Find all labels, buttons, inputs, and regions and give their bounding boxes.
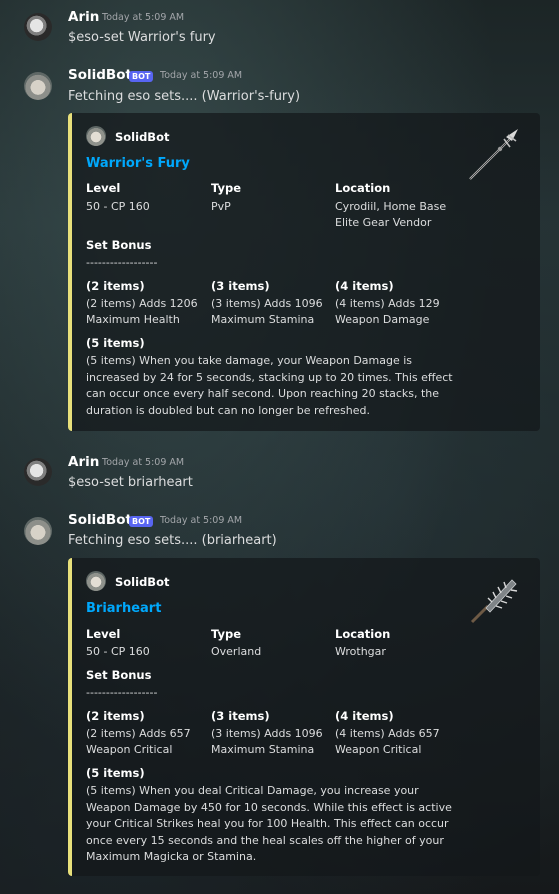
- field-set-bonus-divider: ------------------: [86, 256, 158, 269]
- bot-badge: BOT: [129, 71, 154, 82]
- field-2-items-value: (2 items) Adds 1206 Maximum Health: [86, 297, 198, 326]
- field-5-items-value: (5 items) When you take damage, your Wea…: [86, 354, 453, 417]
- field-location-value: Wrothgar: [335, 645, 386, 658]
- timestamp: Today at 5:09 AM: [102, 457, 185, 468]
- embed-title[interactable]: Warrior's Fury: [86, 156, 190, 171]
- embed-author-avatar: [86, 571, 106, 591]
- field-2-items-name: (2 items): [86, 279, 145, 293]
- field-4-items-value: (4 items) Adds 657 Weapon Critical: [335, 727, 440, 756]
- timestamp: Today at 5:09 AM: [102, 12, 185, 23]
- field-type-value: PvP: [211, 200, 231, 213]
- field-2-items-name: (2 items): [86, 709, 145, 723]
- avatar[interactable]: [24, 517, 52, 545]
- embed: SolidBot Briarheart Level 50 - CP 160 Ty…: [68, 558, 540, 876]
- field-type-value: Overland: [211, 645, 262, 658]
- message-text: $eso-set briarheart: [68, 475, 193, 490]
- field-5-items-value: (5 items) When you deal Critical Damage,…: [86, 784, 452, 863]
- field-5-items-name: (5 items): [86, 336, 145, 350]
- message-text: Fetching eso sets.... (Warrior's-fury): [68, 89, 301, 104]
- field-set-bonus-name: Set Bonus: [86, 668, 152, 682]
- author-name[interactable]: Arin: [68, 9, 99, 25]
- field-location-name: Location: [335, 627, 391, 641]
- field-2-items-value: (2 items) Adds 657 Weapon Critical: [86, 727, 191, 756]
- spiked-club-icon[interactable]: [466, 572, 522, 628]
- timestamp: Today at 5:09 AM: [160, 70, 243, 81]
- field-4-items-name: (4 items): [335, 279, 394, 293]
- bot-badge: BOT: [129, 516, 154, 527]
- field-type-name: Type: [211, 181, 242, 195]
- field-3-items-value: (3 items) Adds 1096 Maximum Stamina: [211, 727, 323, 756]
- embed-author: SolidBot: [115, 130, 170, 144]
- avatar[interactable]: [24, 72, 52, 100]
- avatar[interactable]: [24, 13, 52, 41]
- embed: SolidBot Warrior's Fury Level 50 - CP 16…: [68, 113, 540, 431]
- field-set-bonus-divider: ------------------: [86, 686, 158, 699]
- field-set-bonus-name: Set Bonus: [86, 238, 152, 252]
- field-3-items-value: (3 items) Adds 1096 Maximum Stamina: [211, 297, 323, 326]
- embed-author: SolidBot: [115, 575, 170, 589]
- embed-title[interactable]: Briarheart: [86, 601, 161, 616]
- field-level-value: 50 - CP 160: [86, 200, 150, 213]
- author-name[interactable]: SolidBot: [68, 67, 132, 83]
- field-location-value: Cyrodiil, Home Base Elite Gear Vendor: [335, 200, 447, 229]
- author-name[interactable]: Arin: [68, 454, 99, 470]
- field-type-name: Type: [211, 627, 242, 641]
- field-level-value: 50 - CP 160: [86, 645, 150, 658]
- field-3-items-name: (3 items): [211, 279, 270, 293]
- timestamp: Today at 5:09 AM: [160, 515, 243, 526]
- field-3-items-name: (3 items): [211, 709, 270, 723]
- field-4-items-name: (4 items): [335, 709, 394, 723]
- field-5-items-name: (5 items): [86, 766, 145, 780]
- message-text: $eso-set Warrior's fury: [68, 30, 216, 45]
- avatar[interactable]: [24, 458, 52, 486]
- field-location-name: Location: [335, 181, 391, 195]
- message-text: Fetching eso sets.... (briarheart): [68, 533, 277, 548]
- spear-weapon-icon[interactable]: [466, 127, 522, 183]
- field-4-items-value: (4 items) Adds 129 Weapon Damage: [335, 297, 440, 326]
- field-level-name: Level: [86, 627, 121, 641]
- field-level-name: Level: [86, 181, 121, 195]
- embed-author-avatar: [86, 126, 106, 146]
- author-name[interactable]: SolidBot: [68, 512, 132, 528]
